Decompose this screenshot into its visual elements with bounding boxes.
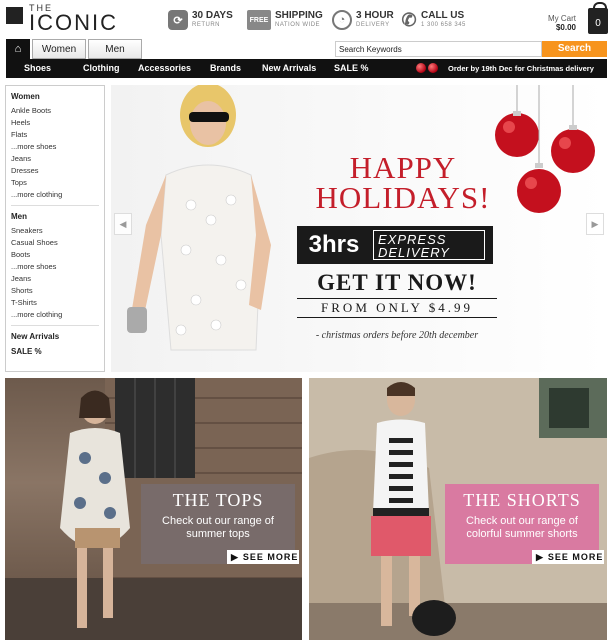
sidebar-item-jeans[interactable]: Jeans [11,153,99,165]
sidebar-item-shorts[interactable]: Shorts [11,285,99,297]
feature-sub: DELIVERY [356,22,390,28]
search-input[interactable] [335,41,542,57]
play-arrow-icon: ▶ [536,551,544,562]
get-it-now: GET IT NOW! [317,270,477,295]
sidebar-divider [11,325,99,326]
shorts-text-2: colorful summer shorts [466,528,578,540]
sidebar-heading-women[interactable]: Women [11,92,99,101]
tops-promo-tile[interactable]: THE TOPS Check out our range of summer t… [5,378,302,640]
hero-prev-button[interactable]: ◀ [114,213,132,235]
hero-line-1: HAPPY [349,150,457,185]
sidebar-item-more-clothing[interactable]: ...more clothing [11,309,99,321]
see-more-label: SEE MORE [242,552,299,562]
feature-title: 3 HOUR [356,10,394,21]
sidebar-item-casual-shoes[interactable]: Casual Shoes [11,237,99,249]
hero-next-button[interactable]: ▶ [586,213,604,235]
sidebar-item-new-arrivals[interactable]: New Arrivals [11,332,99,341]
ornament-icon [428,63,438,73]
phone-icon: ✆ [401,9,417,30]
refresh-icon: ⟳ [168,10,188,30]
express-delivery-banner: 3hrs EXPRESS DELIVERY [297,226,493,264]
express-box: EXPRESS DELIVERY [373,230,485,260]
sidebar-item-more-shoes[interactable]: ...more shoes [11,261,99,273]
christmas-delivery-promo[interactable]: Order by 19th Dec for Christmas delivery [448,59,594,78]
feature-title: 30 DAYS [192,10,233,21]
logo-name: ICONIC [29,10,118,35]
category-new-arrivals[interactable]: New Arrivals [262,59,316,78]
sidebar-item-ankle-boots[interactable]: Ankle Boots [11,105,99,117]
sidebar-item-dresses[interactable]: Dresses [11,165,99,177]
feature-call[interactable]: ✆ CALL US 1 300 658 345 [401,10,466,30]
feature-sub: NATION WIDE [275,22,321,28]
christmas-note: - christmas orders before 20th december [315,330,479,341]
sidebar-item-sneakers[interactable]: Sneakers [11,225,99,237]
sidebar-divider [11,205,99,206]
see-more-label: SEE MORE [547,552,604,562]
free-shipping-icon: FREE [247,10,271,30]
tops-see-more-button[interactable]: ▶ SEE MORE [227,550,299,564]
feature-title: SHIPPING [275,10,323,21]
tops-text-2: summer tops [186,528,250,540]
logo-mark-icon [6,7,23,24]
cart-summary[interactable]: My Cart $0.00 [548,14,576,32]
feature-returns[interactable]: ⟳ 30 DAYS RETURN [168,10,233,30]
hero-banner[interactable]: ◀ ▶ HAPPY HOLIDAYS! 3hrs EXPRESS DELIVER… [111,85,607,372]
hours-label: 3hrs [308,231,360,258]
sidebar-item-tops[interactable]: Tops [11,177,99,189]
sidebar-item-jeans[interactable]: Jeans [11,273,99,285]
shopping-bag-icon[interactable]: 0 [588,2,608,34]
cart-total: $0.00 [555,23,576,32]
category-brands[interactable]: Brands [210,59,241,78]
price-from: FROM ONLY $4.99 [297,298,497,318]
category-bar: Shoes Clothing Accessories Brands New Ar… [6,59,607,78]
cart-label: My Cart [548,14,576,23]
sidebar-item-more-shoes[interactable]: ...more shoes [11,141,99,153]
category-accessories[interactable]: Accessories [138,59,191,78]
shorts-promo-tile[interactable]: THE SHORTS Check out our range of colorf… [309,378,607,640]
sidebar-item-more-clothing[interactable]: ...more clothing [11,189,99,201]
tops-title: THE TOPS [172,490,264,510]
feature-sub: RETURN [192,22,220,28]
feature-sub: 1 300 658 345 [421,22,466,28]
shorts-text-1: Check out our range of [466,515,578,527]
header: THE ICONIC ⟳ 30 DAYS RETURN FREE SHIPPIN… [0,0,614,38]
hero-headline: HAPPY HOLIDAYS! [298,150,508,215]
sidebar-item-tshirts[interactable]: T-Shirts [11,297,99,309]
sidebar-item-heels[interactable]: Heels [11,117,99,129]
sidebar-item-sale[interactable]: SALE % [11,347,99,356]
play-arrow-icon: ▶ [231,551,239,562]
feature-shipping[interactable]: FREE SHIPPING NATION WIDE [247,10,323,30]
shorts-see-more-button[interactable]: ▶ SEE MORE [532,550,604,564]
category-sale[interactable]: SALE % [334,59,369,78]
feature-delivery[interactable]: ◔ 3 HOUR DELIVERY [332,10,394,30]
feature-title: CALL US [421,10,465,21]
search-button[interactable]: Search [542,41,607,57]
tab-women[interactable]: Women [32,39,86,59]
hero-line-2: HOLIDAYS! [315,180,491,215]
tab-men[interactable]: Men [88,39,142,59]
category-shoes[interactable]: Shoes [24,59,51,78]
clock-icon: ◔ [332,10,352,30]
sidebar-item-flats[interactable]: Flats [11,129,99,141]
main-tabs: ⌂ Women Men [6,39,142,59]
site-logo[interactable]: THE ICONIC [6,4,118,34]
delivery-label: DELIVERY [378,245,450,260]
category-clothing[interactable]: Clothing [83,59,120,78]
sidebar: Women Ankle Boots Heels Flats ...more sh… [5,85,105,372]
sidebar-item-boots[interactable]: Boots [11,249,99,261]
ornament-icon [416,63,426,73]
shorts-title: THE SHORTS [463,490,581,510]
sidebar-heading-men[interactable]: Men [11,212,99,221]
tops-text-1: Check out our range of [162,515,274,527]
home-icon[interactable]: ⌂ [6,39,30,59]
